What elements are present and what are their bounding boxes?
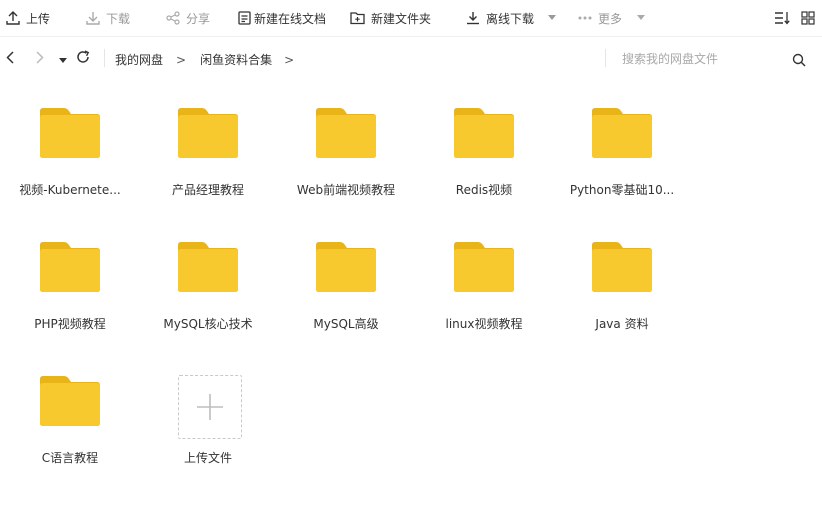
view-mode-button[interactable] [801, 0, 815, 37]
folder-item[interactable]: 视频-Kubernete... [1, 80, 139, 210]
sort-button[interactable] [774, 0, 790, 37]
download-label: 下载 [106, 11, 131, 26]
upload-file-tile[interactable]: 上传文件 [139, 348, 277, 478]
search-input[interactable] [606, 48, 778, 70]
search-icon[interactable] [792, 52, 806, 71]
search-box [606, 48, 816, 70]
folder-item[interactable]: Python零基础10... [553, 80, 691, 210]
folder-icon [316, 108, 376, 162]
folder-name: Java 资料 [595, 317, 649, 331]
upload-file-label: 上传文件 [183, 451, 232, 465]
folder-item[interactable]: Redis视频 [415, 80, 553, 210]
folder-icon [316, 242, 376, 296]
refresh-icon [76, 49, 90, 68]
upload-icon [6, 11, 20, 25]
share-button[interactable]: 分享 [166, 0, 210, 37]
folder-icon [178, 108, 238, 162]
plus-icon [178, 375, 242, 439]
new-folder-label: 新建文件夹 [371, 11, 432, 26]
folder-item[interactable]: C语言教程 [1, 348, 139, 478]
folder-item[interactable]: Java 资料 [553, 214, 691, 344]
more-button[interactable]: 更多 [578, 0, 646, 37]
breadcrumb: 我的网盘 > 闲鱼资料合集 > [115, 51, 294, 68]
sort-icon [774, 11, 790, 25]
folder-name: MySQL核心技术 [163, 317, 253, 331]
offline-download-label: 离线下载 [486, 11, 535, 26]
folder-name: PHP视频教程 [34, 317, 106, 331]
chevron-down-icon [548, 15, 557, 21]
upload-label: 上传 [26, 11, 51, 26]
history-dropdown-button[interactable] [58, 53, 68, 63]
folder-item[interactable]: MySQL核心技术 [139, 214, 277, 344]
caret-down-icon [59, 49, 67, 68]
chevron-left-icon [6, 49, 14, 68]
folder-name: Web前端视频教程 [296, 183, 396, 197]
folder-item[interactable]: PHP视频教程 [1, 214, 139, 344]
folder-item[interactable]: linux视频教程 [415, 214, 553, 344]
folder-icon [40, 242, 100, 296]
back-button[interactable] [3, 49, 17, 68]
breadcrumb-item-home[interactable]: 我的网盘 [115, 51, 163, 68]
more-label: 更多 [598, 11, 623, 26]
folder-name: C语言教程 [41, 451, 99, 465]
breadcrumb-separator: > [176, 52, 187, 67]
download-icon [86, 11, 100, 25]
more-dots-icon [578, 16, 592, 20]
download-button[interactable]: 下载 [86, 0, 130, 37]
new-folder-button[interactable]: 新建文件夹 [350, 0, 431, 37]
folder-icon [40, 108, 100, 162]
folder-icon [178, 242, 238, 296]
breadcrumb-separator: > [284, 52, 295, 67]
folder-icon [454, 242, 514, 296]
folder-name: 视频-Kubernete... [19, 183, 121, 197]
toolbar: 上传 下载 分享 新建在线文档 新建文件夹 离线下载 更多 [0, 0, 822, 37]
offline-download-button[interactable]: 离线下载 [466, 0, 557, 37]
upload-button[interactable]: 上传 [6, 0, 50, 37]
folder-icon [40, 376, 100, 430]
offline-download-icon [466, 11, 480, 25]
document-icon [238, 11, 251, 25]
grid-view-icon [801, 11, 815, 25]
folder-item[interactable]: 产品经理教程 [139, 80, 277, 210]
new-doc-button[interactable]: 新建在线文档 [238, 0, 326, 37]
folder-item[interactable]: Web前端视频教程 [277, 80, 415, 210]
refresh-button[interactable] [75, 49, 91, 68]
folder-icon [592, 108, 652, 162]
share-icon [166, 11, 180, 25]
folder-icon [592, 242, 652, 296]
folder-name: 产品经理教程 [171, 183, 244, 197]
new-doc-label: 新建在线文档 [254, 11, 327, 26]
folder-name: linux视频教程 [445, 317, 523, 331]
folder-name: MySQL高级 [313, 317, 379, 331]
folder-name: Redis视频 [455, 183, 513, 197]
nav-divider [104, 49, 105, 67]
folder-icon [454, 108, 514, 162]
folder-name: Python零基础10... [569, 183, 675, 197]
chevron-right-icon [36, 49, 44, 68]
forward-button[interactable] [33, 49, 47, 68]
breadcrumb-item-current[interactable]: 闲鱼资料合集 [200, 51, 272, 68]
share-label: 分享 [186, 11, 211, 26]
chevron-down-icon [637, 15, 646, 21]
folder-item[interactable]: MySQL高级 [277, 214, 415, 344]
new-folder-icon [350, 11, 365, 25]
